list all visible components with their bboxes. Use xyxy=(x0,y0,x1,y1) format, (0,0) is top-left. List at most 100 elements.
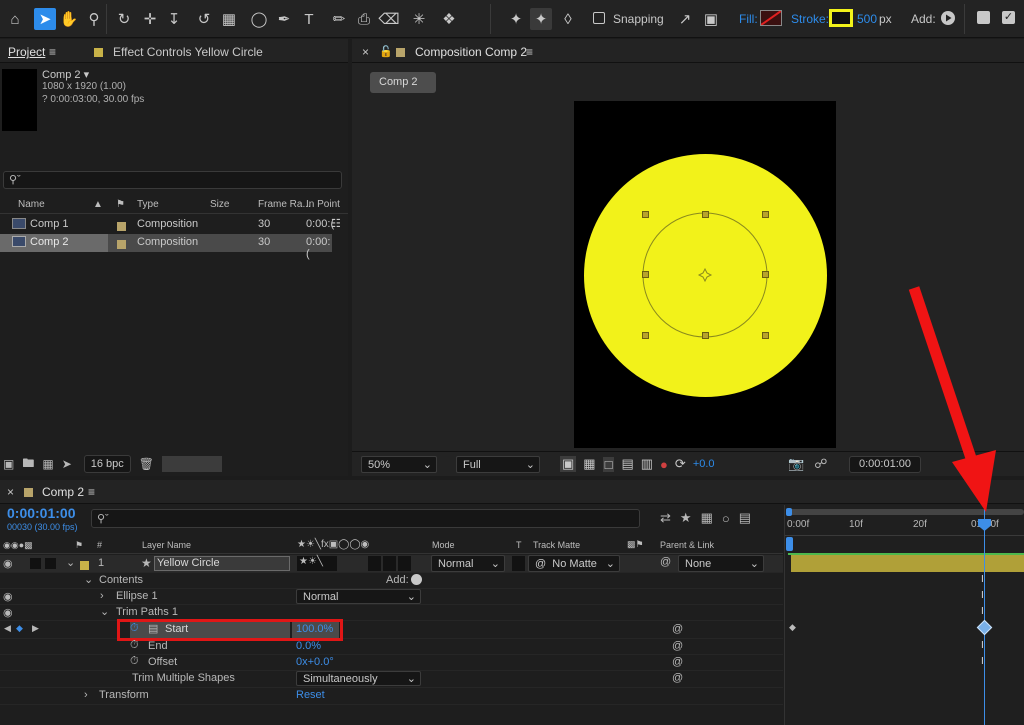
panel-menu-icon[interactable]: ≡ xyxy=(88,485,95,499)
new-comp-icon[interactable]: ▦ xyxy=(42,457,53,471)
blend-mode-dropdown[interactable]: Normal ⌄ xyxy=(431,555,505,572)
lock-icon[interactable]: 🔓 xyxy=(379,45,393,58)
bpc-button[interactable]: 16 bpc xyxy=(83,455,131,473)
comp-2-button[interactable]: Comp 2 xyxy=(370,72,436,93)
sort-up-icon[interactable]: ▲ xyxy=(93,199,103,210)
prev-keyframe-icon[interactable]: ◀ xyxy=(4,623,11,634)
panel-menu-icon[interactable]: ≡ xyxy=(526,45,533,59)
layer-name[interactable]: Yellow Circle xyxy=(154,556,290,571)
parent-dropdown[interactable]: None ⌄ xyxy=(678,555,764,572)
transform-reset[interactable]: Reset xyxy=(296,689,325,701)
tab-project[interactable]: Project xyxy=(8,45,45,59)
project-item-comp1[interactable]: Comp 1 Composition 30 0:00:( ☷ xyxy=(0,216,341,234)
panel-toggle-icon[interactable] xyxy=(977,11,990,24)
project-search-input[interactable]: ⚲ˇ xyxy=(3,171,342,189)
view-axis-icon[interactable]: ◊ xyxy=(557,8,579,30)
panel-menu-icon[interactable]: ≡ xyxy=(49,45,56,59)
start-keyframe[interactable] xyxy=(976,619,993,636)
zoom-dropdown[interactable]: 50% ⌄ xyxy=(361,456,437,473)
roto-brush-icon[interactable]: ✳ xyxy=(408,8,430,30)
bbox-handle[interactable] xyxy=(642,332,649,339)
mask-visibility-icon[interactable]: □ xyxy=(602,456,615,472)
eye-icon[interactable]: ◉ xyxy=(3,606,13,619)
render-icon[interactable]: ➤ xyxy=(62,457,72,471)
bbox-handle[interactable] xyxy=(762,332,769,339)
tab-effect-controls[interactable]: Effect Controls Yellow Circle xyxy=(113,45,263,59)
col-layer-name[interactable]: Layer Name xyxy=(142,540,191,550)
eye-icon[interactable]: ◉ xyxy=(3,557,13,570)
bbox-handle[interactable] xyxy=(642,211,649,218)
snap-features-icon[interactable]: ▣ xyxy=(700,8,722,30)
expression-pickwhip-icon[interactable]: @ xyxy=(672,672,683,684)
zoom-tool-icon[interactable]: ⚲ xyxy=(83,8,105,30)
interpret-footage-icon[interactable]: ▣ xyxy=(3,457,14,471)
reset-exposure-icon[interactable]: ⟳ xyxy=(675,456,686,472)
pan-behind-icon[interactable]: ▦ xyxy=(218,8,240,30)
contents-row[interactable]: ⌄ Contents Add: xyxy=(0,573,783,589)
graph-editor-icon[interactable]: ▤ xyxy=(739,510,751,526)
rotate-tool-icon[interactable]: ↺ xyxy=(193,8,215,30)
eye-icon[interactable]: ◉ xyxy=(3,590,13,603)
playhead-line[interactable] xyxy=(984,505,985,725)
next-keyframe-icon[interactable]: ▶ xyxy=(32,623,39,634)
col-size[interactable]: Size xyxy=(210,199,229,210)
transparency-grid-icon[interactable]: ▦ xyxy=(583,456,595,472)
layer-switches[interactable]: ★☀╲ xyxy=(297,556,337,571)
snapping-checkbox[interactable] xyxy=(593,12,605,24)
project-scroll[interactable] xyxy=(162,456,223,472)
add-play-icon[interactable] xyxy=(941,11,955,25)
expression-pickwhip-icon[interactable]: @ xyxy=(672,640,683,652)
tab-timeline-comp2[interactable]: Comp 2 xyxy=(42,485,84,499)
timeline-track-area[interactable]: 0:00f 10f 20f 01:00f ◆ I I I I I xyxy=(784,505,1024,725)
stroke-width-value[interactable]: 500 xyxy=(857,12,877,26)
ellipse-tool-icon[interactable]: ◯ xyxy=(248,8,270,30)
col-in-point[interactable]: In Point xyxy=(306,199,340,210)
new-folder-icon[interactable]: 🖿 xyxy=(22,454,34,475)
show-snapshot-icon[interactable]: ☍ xyxy=(814,456,827,472)
trash-icon[interactable]: 🗑 xyxy=(139,457,154,471)
track-matte-dropdown[interactable]: @ No Matte ⌄ xyxy=(528,555,620,572)
keyframe-marker-icon[interactable]: ◆ xyxy=(789,622,796,633)
composition-mini-flowchart-icon[interactable]: ⇄ xyxy=(660,510,671,526)
bbox-handle[interactable] xyxy=(762,271,769,278)
fill-none-swatch[interactable] xyxy=(760,10,782,26)
hand-tool-icon[interactable]: ✋ xyxy=(58,8,80,30)
flowchart-icon[interactable]: ☷ xyxy=(331,217,341,230)
chevron-right-icon[interactable]: › xyxy=(84,689,88,701)
local-axis-icon[interactable]: ✦ xyxy=(505,8,527,30)
home-icon[interactable]: ⌂ xyxy=(4,8,26,30)
close-tab-icon[interactable]: × xyxy=(7,485,14,499)
ellipse-row[interactable]: ◉ › Ellipse 1 Normal ⌄ xyxy=(0,589,783,605)
offset-value[interactable]: 0x+0.0° xyxy=(296,656,334,668)
stroke-label[interactable]: Stroke: xyxy=(791,12,829,26)
project-item-comp2[interactable]: Comp 2 Composition 30 0:00:( xyxy=(0,234,332,260)
chevron-down-icon[interactable]: ⌄ xyxy=(66,556,75,569)
chevron-down-icon[interactable]: ⌄ xyxy=(100,605,109,618)
tab-composition[interactable]: Composition Comp 2 xyxy=(415,45,527,59)
channel-icon[interactable]: ● xyxy=(660,457,668,472)
col-name[interactable]: Name xyxy=(18,199,45,210)
grid-guides-icon[interactable]: ▥ xyxy=(641,456,653,472)
type-tool-icon[interactable]: T xyxy=(298,8,320,30)
snapshot-camera-icon[interactable]: 📷 xyxy=(788,456,804,472)
bbox-handle[interactable] xyxy=(762,211,769,218)
expression-pickwhip-icon[interactable]: @ xyxy=(672,623,683,635)
transform-row[interactable]: › Transform Reset xyxy=(0,688,783,705)
brush-tool-icon[interactable]: ✏ xyxy=(328,8,350,30)
chevron-right-icon[interactable]: › xyxy=(100,590,104,602)
stopwatch-icon[interactable]: ⏱ xyxy=(130,639,139,652)
frame-blending-icon[interactable]: ▦ xyxy=(701,510,713,526)
chevron-down-icon[interactable]: ⌄ xyxy=(84,573,93,586)
selection-tool-icon[interactable]: ➤ xyxy=(34,8,56,30)
checkbox-icon[interactable]: ✓ xyxy=(1002,11,1015,24)
comp-viewer[interactable] xyxy=(574,101,836,448)
draft-3d-icon[interactable]: ★ xyxy=(680,510,692,526)
region-of-interest-icon[interactable]: ▤ xyxy=(621,456,633,472)
motion-blur-icon[interactable]: ○ xyxy=(722,511,730,526)
puppet-pin-icon[interactable]: ❖ xyxy=(438,8,460,30)
clone-stamp-icon[interactable]: ⎙ xyxy=(353,8,375,30)
label-tag-icon[interactable]: ⚑ xyxy=(116,199,125,210)
fast-previews-icon[interactable]: ▣ xyxy=(560,456,577,472)
eraser-tool-icon[interactable]: ⌫ xyxy=(378,8,400,30)
world-axis-icon[interactable]: ✦ xyxy=(530,8,552,30)
